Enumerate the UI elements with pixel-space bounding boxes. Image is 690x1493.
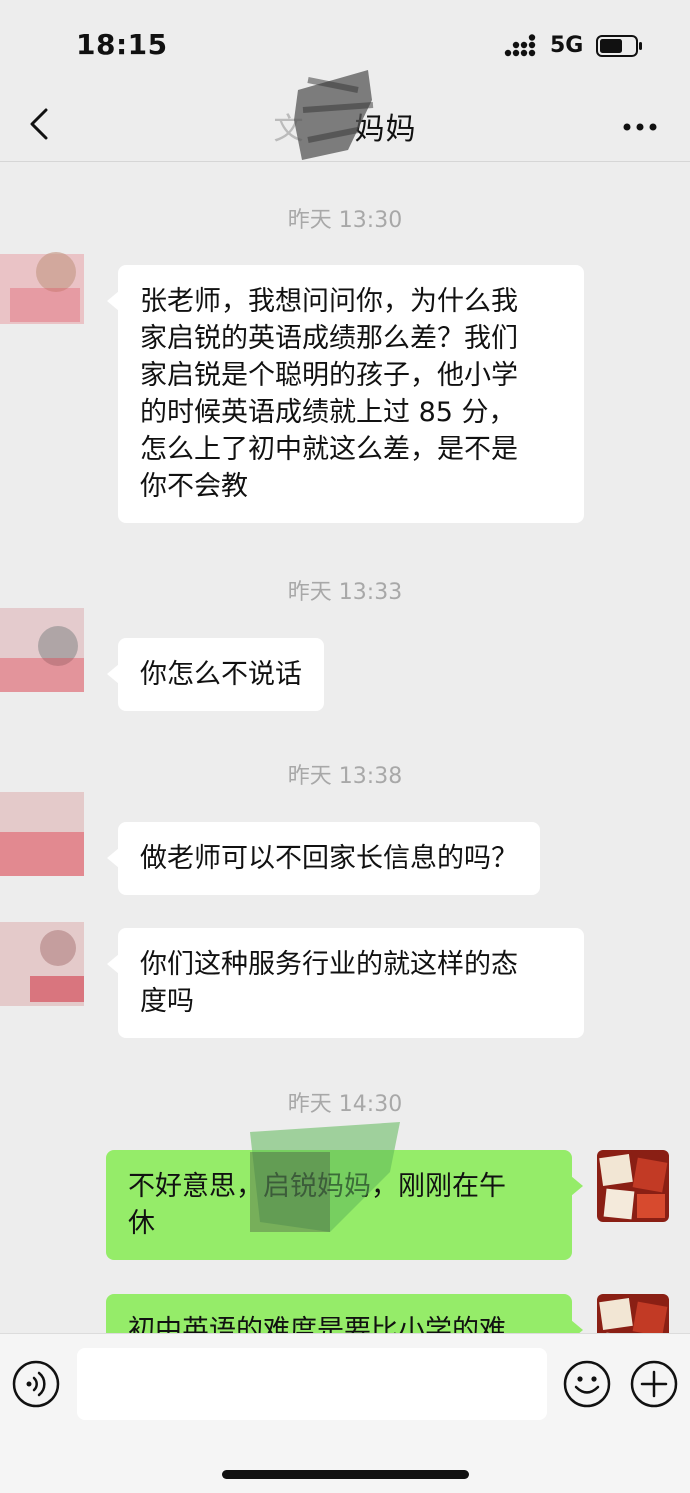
plus-icon[interactable]: [630, 1360, 678, 1408]
redaction-scribble: [294, 70, 374, 160]
message-timestamp: 昨天 13:30: [287, 208, 403, 233]
incoming-message-bubble[interactable]: 张老师，我想问问你，为什么我 家启锐的英语成绩那么差？我们 家启锐是个聪明的孩子…: [107, 265, 584, 523]
input-bar: [0, 1333, 690, 1493]
battery-icon: [596, 35, 642, 57]
my-avatar[interactable]: [597, 1150, 669, 1222]
incoming-message-bubble[interactable]: 你们这种服务行业的就这样的态 度吗: [107, 928, 584, 1038]
emoji-icon[interactable]: [563, 1360, 611, 1408]
status-time: 18:15: [76, 28, 168, 61]
incoming-message-bubble[interactable]: 你怎么不说话: [107, 638, 324, 711]
contact-avatar[interactable]: [0, 608, 84, 692]
redaction-scribble: [250, 1122, 400, 1232]
message-input[interactable]: [77, 1348, 547, 1420]
message-list[interactable]: 昨天 13:30 张老师，我想问问你，为什么我 家启锐的英语成绩那么差？我们 家…: [0, 162, 690, 1333]
network-label: 5G: [550, 33, 584, 58]
home-indicator: [222, 1470, 469, 1479]
message-timestamp: 昨天 13:38: [287, 764, 403, 789]
contact-avatar[interactable]: [0, 922, 84, 1006]
outgoing-message-bubble[interactable]: 初中英语的难度是要比小学的难: [106, 1294, 583, 1333]
incoming-message-bubble[interactable]: 做老师可以不回家长信息的吗？: [107, 822, 540, 895]
message-timestamp: 昨天 13:33: [287, 580, 403, 605]
signal-bars-icon: [504, 34, 536, 57]
more-dots-icon[interactable]: [618, 112, 662, 142]
contact-avatar[interactable]: [0, 244, 84, 328]
contact-avatar[interactable]: [0, 792, 84, 876]
my-avatar[interactable]: [597, 1294, 669, 1333]
voice-icon[interactable]: [12, 1360, 60, 1408]
